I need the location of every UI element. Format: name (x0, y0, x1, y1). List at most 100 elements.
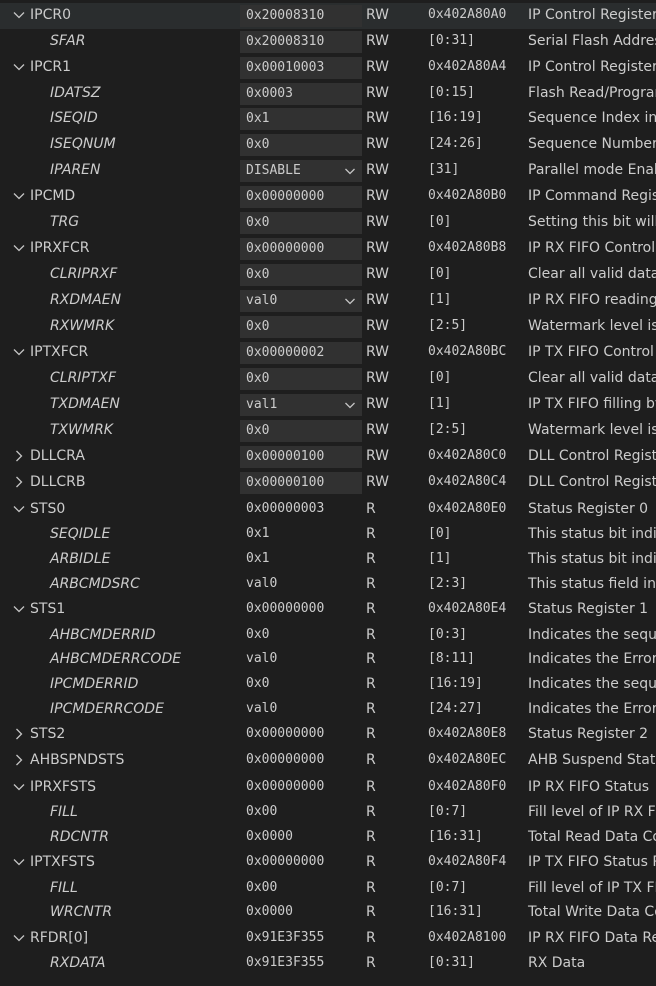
field-row-arbidle[interactable]: ARBIDLE 0x1 R [1] This status bit indicates (0, 547, 656, 573)
chevron-right-icon[interactable] (12, 449, 26, 463)
value-input[interactable]: 0x20008310 (240, 31, 362, 53)
field-row-fill[interactable]: FILL 0x00 R [0:7] Fill level of IP RX FIFO (0, 800, 656, 826)
register-row-dllcrb[interactable]: DLLCRB 0x00000100 RW 0x402A80C4 DLL Control … (0, 470, 656, 496)
bit-range-label: [2:5] (428, 422, 468, 437)
field-row-rxdata[interactable]: RXDATA 0x91E3F355 R [0:31] RX Data (0, 951, 656, 977)
chevron-right-icon[interactable] (12, 475, 26, 489)
access-label: RW (366, 85, 390, 101)
row-name: IPRXFSTS (30, 779, 97, 795)
field-row-iseqid[interactable]: ISEQID 0x1 RW [16:19] Sequence Index in LUT (0, 106, 656, 132)
field-row-ipcmderrid[interactable]: IPCMDERRID 0x0 R [16:19] Indicates the seque… (0, 672, 656, 698)
register-row-ipcr0[interactable]: IPCR0 0x20008310 RW 0x402A80A0 IP Control Re… (0, 3, 656, 29)
value-input[interactable]: 0x0 (240, 264, 362, 286)
field-row-ahbcmderrcode[interactable]: AHBCMDERRCODE val0 R [8:11] Indicates the Er… (0, 647, 656, 673)
field-row-ipcmderrcode[interactable]: IPCMDERRCODE val0 R [24:27] Indicates the Er… (0, 697, 656, 723)
access-label: RW (366, 318, 390, 334)
register-row-sts1[interactable]: STS1 0x00000000 R 0x402A80E4 Status Register… (0, 597, 656, 623)
row-name: STS2 (30, 726, 66, 742)
field-row-fill[interactable]: FILL 0x00 R [0:7] Fill level of IP TX FIFO (0, 876, 656, 902)
register-tree: IPCR0 0x20008310 RW 0x402A80A0 IP Control Re… (0, 0, 656, 986)
value-input[interactable]: 0x00000100 (240, 446, 362, 468)
value-text: val0 (246, 651, 278, 666)
value-text: 0x0003 (246, 86, 293, 101)
field-row-seqidle[interactable]: SEQIDLE 0x1 R [0] This status bit indicates (0, 522, 656, 548)
value-input[interactable]: 0x0 (240, 316, 362, 338)
field-row-iseqnum[interactable]: ISEQNUM 0x0 RW [24:26] Sequence Number (0, 132, 656, 158)
chevron-down-icon[interactable] (12, 855, 26, 869)
field-row-rxwmrk[interactable]: RXWMRK 0x0 RW [2:5] Watermark level is (0, 314, 656, 340)
field-row-clriprxf[interactable]: CLRIPRXF 0x0 RW [0] Clear all valid data (0, 262, 656, 288)
chevron-down-icon[interactable] (12, 502, 26, 516)
field-row-txwmrk[interactable]: TXWMRK 0x0 RW [2:5] Watermark level is (0, 418, 656, 444)
register-row-iprxfcr[interactable]: IPRXFCR 0x00000000 RW 0x402A80B8 IP RX FIFO … (0, 236, 656, 262)
value-input[interactable]: 0x0 (240, 368, 362, 390)
value-dropdown[interactable]: val1 (240, 394, 362, 416)
description-label: Fill level of IP RX FIFO (528, 804, 656, 820)
description-label: IP Control Register 0 (528, 7, 656, 23)
value-input[interactable]: 0x0003 (240, 83, 362, 105)
register-row-rfdr-0[interactable]: RFDR[0] 0x91E3F355 R 0x402A8100 IP RX FIFO D… (0, 926, 656, 952)
register-row-sts0[interactable]: STS0 0x00000003 R 0x402A80E0 Status Register… (0, 497, 656, 523)
register-row-sts2[interactable]: STS2 0x00000000 R 0x402A80E8 Status Register… (0, 722, 656, 748)
description-label: Clear all valid data (528, 370, 656, 386)
chevron-down-icon[interactable] (12, 241, 26, 255)
value-text: 0x00000100 (246, 449, 325, 464)
field-row-idatsz[interactable]: IDATSZ 0x0003 RW [0:15] Flash Read/Program D… (0, 81, 656, 107)
address-label: 0x402A80B0 (428, 188, 507, 203)
value-text: val1 (246, 397, 278, 412)
value-input[interactable]: 0x0 (240, 212, 362, 234)
chevron-down-icon[interactable] (12, 189, 26, 203)
value-input[interactable]: 0x20008310 (240, 5, 362, 27)
chevron-right-icon[interactable] (12, 727, 26, 741)
field-row-wrcntr[interactable]: WRCNTR 0x0000 R [16:31] Total Write Data Cou… (0, 900, 656, 926)
field-row-iparen[interactable]: IPAREN DISABLE RW [31] Parallel mode Enabled (0, 158, 656, 184)
field-row-sfar[interactable]: SFAR 0x20008310 RW [0:31] Serial Flash Addre… (0, 29, 656, 55)
value-input[interactable]: 0x0 (240, 420, 362, 442)
chevron-down-icon[interactable] (12, 345, 26, 359)
register-row-ipcmd[interactable]: IPCMD 0x00000000 RW 0x402A80B0 IP Command Re… (0, 184, 656, 210)
value-dropdown[interactable]: DISABLE (240, 160, 362, 182)
value-input[interactable]: 0x00000000 (240, 238, 362, 260)
value-input[interactable]: 0x1 (240, 108, 362, 130)
address-label: 0x402A80E0 (428, 501, 507, 516)
chevron-right-icon[interactable] (12, 753, 26, 767)
access-label: R (366, 501, 376, 517)
value-input[interactable]: 0x00010003 (240, 57, 362, 79)
register-row-ipcr1[interactable]: IPCR1 0x00010003 RW 0x402A80A4 IP Control Re… (0, 55, 656, 81)
register-row-iptxfsts[interactable]: IPTXFSTS 0x00000000 R 0x402A80F4 IP TX FIFO … (0, 850, 656, 876)
row-name: ISEQID (50, 110, 98, 126)
row-name: RXDATA (50, 955, 106, 971)
register-row-ahbspndsts[interactable]: AHBSPNDSTS 0x00000000 R 0x402A80EC AHB Suspe… (0, 748, 656, 774)
register-row-iprxfsts[interactable]: IPRXFSTS 0x00000000 R 0x402A80F0 IP RX FIFO … (0, 775, 656, 801)
description-label: IP TX FIFO filling by (528, 396, 656, 412)
row-name: WRCNTR (50, 904, 113, 920)
field-row-trg[interactable]: TRG 0x0 RW [0] Setting this bit will (0, 210, 656, 236)
value-input[interactable]: 0x00000100 (240, 472, 362, 494)
field-row-arbcmdsrc[interactable]: ARBCMDSRC val0 R [2:3] This status field ind… (0, 572, 656, 598)
address-label: 0x402A8100 (428, 930, 507, 945)
value-dropdown[interactable]: val0 (240, 290, 362, 312)
chevron-down-icon (344, 165, 356, 177)
access-label: RW (366, 33, 390, 49)
value-input[interactable]: 0x0 (240, 134, 362, 156)
chevron-down-icon[interactable] (12, 931, 26, 945)
register-row-iptxfcr[interactable]: IPTXFCR 0x00000002 RW 0x402A80BC IP TX FIFO … (0, 340, 656, 366)
chevron-down-icon[interactable] (12, 8, 26, 22)
row-name: SEQIDLE (50, 526, 111, 542)
register-row-dllcra[interactable]: DLLCRA 0x00000100 RW 0x402A80C0 DLL Control … (0, 444, 656, 470)
field-row-rdcntr[interactable]: RDCNTR 0x0000 R [16:31] Total Read Data Coun… (0, 825, 656, 851)
chevron-down-icon (344, 399, 356, 411)
chevron-down-icon[interactable] (12, 602, 26, 616)
address-label: 0x402A80C0 (428, 448, 507, 463)
chevron-down-icon[interactable] (12, 780, 26, 794)
chevron-down-icon[interactable] (12, 60, 26, 74)
value-text: 0x0 (246, 215, 270, 230)
access-label: RW (366, 240, 390, 256)
field-row-rxdmaen[interactable]: RXDMAEN val0 RW [1] IP RX FIFO reading (0, 288, 656, 314)
access-label: R (366, 829, 376, 845)
value-input[interactable]: 0x00000000 (240, 186, 362, 208)
value-input[interactable]: 0x00000002 (240, 342, 362, 364)
field-row-txdmaen[interactable]: TXDMAEN val1 RW [1] IP TX FIFO filling by (0, 392, 656, 418)
field-row-clriptxf[interactable]: CLRIPTXF 0x0 RW [0] Clear all valid data (0, 366, 656, 392)
field-row-ahbcmderrid[interactable]: AHBCMDERRID 0x0 R [0:3] Indicates the sequen… (0, 623, 656, 649)
